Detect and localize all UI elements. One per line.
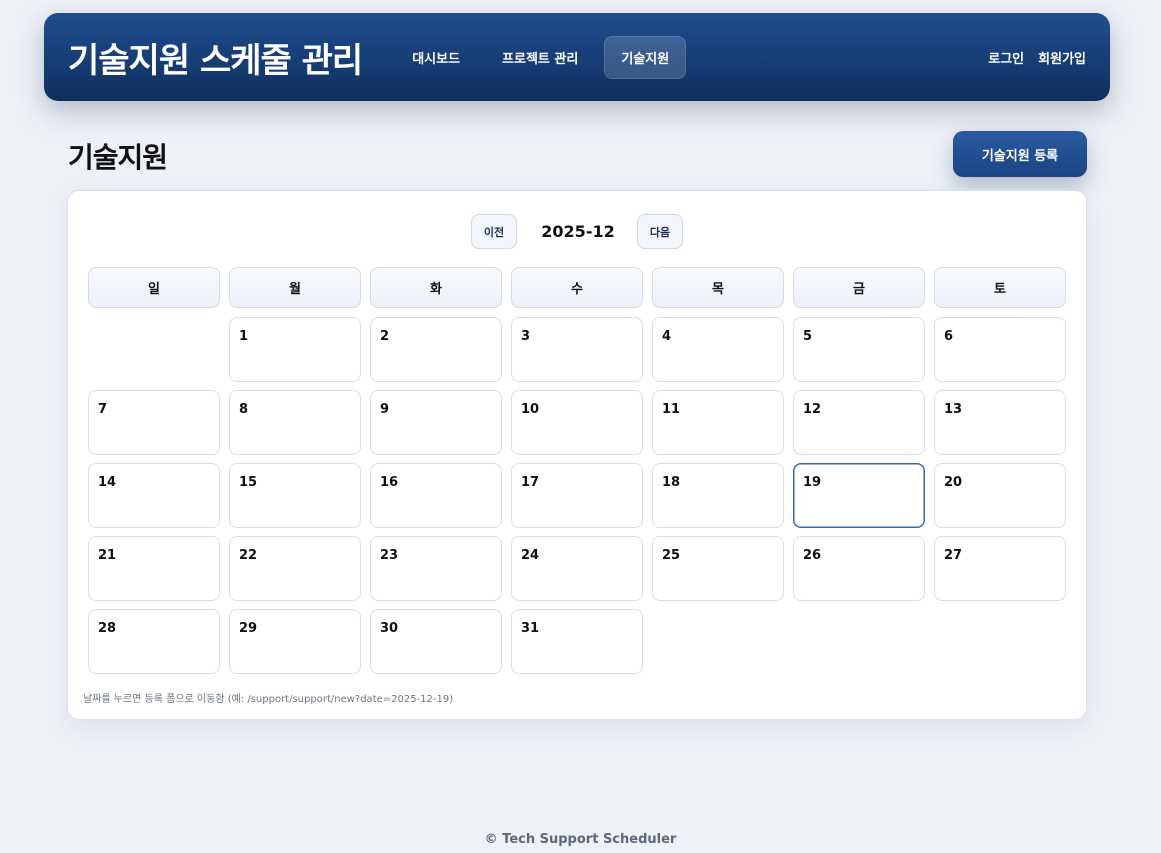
day-number: 25 [662, 548, 681, 563]
day-number: 10 [521, 402, 540, 417]
day-number: 18 [662, 475, 681, 490]
day-number: 6 [944, 329, 954, 344]
day-cell[interactable]: 30 [370, 609, 502, 674]
day-cell[interactable]: 13 [934, 390, 1066, 455]
day-number: 8 [239, 402, 249, 417]
nav-links: 대시보드 프로젝트 관리 기술지원 [396, 35, 687, 79]
day-number: 24 [521, 548, 540, 563]
day-number: 3 [521, 329, 531, 344]
day-cell[interactable]: 18 [652, 463, 784, 528]
day-cell[interactable]: 12 [793, 390, 925, 455]
day-cell[interactable]: 9 [370, 390, 502, 455]
day-cell[interactable]: 21 [88, 536, 220, 601]
register-support-button[interactable]: 기술지원 등록 [953, 131, 1087, 177]
next-month-button[interactable]: 다음 [637, 214, 683, 249]
nav-project-management[interactable]: 프로젝트 관리 [486, 37, 594, 78]
day-number: 15 [239, 475, 258, 490]
weekday-header: 금 [793, 267, 925, 308]
login-link[interactable]: 로그인 [988, 48, 1024, 67]
day-cell[interactable]: 26 [793, 536, 925, 601]
day-cell[interactable]: 29 [229, 609, 361, 674]
day-cell[interactable]: 5 [793, 317, 925, 382]
day-number: 4 [662, 329, 672, 344]
auth-links: 로그인 회원가입 [988, 48, 1086, 67]
day-cell[interactable]: 20 [934, 463, 1066, 528]
day-cell[interactable]: 11 [652, 390, 784, 455]
weekday-header: 일 [88, 267, 220, 308]
current-month-label: 2025-12 [541, 222, 615, 241]
day-number: 23 [380, 548, 399, 563]
day-cell[interactable]: 6 [934, 317, 1066, 382]
day-cell[interactable]: 31 [511, 609, 643, 674]
day-number: 21 [98, 548, 117, 563]
day-number: 1 [239, 329, 249, 344]
day-cell[interactable]: 10 [511, 390, 643, 455]
day-number: 11 [662, 402, 681, 417]
day-number: 20 [944, 475, 963, 490]
empty-day-cell [88, 317, 220, 382]
day-number: 28 [98, 621, 117, 636]
day-cell[interactable]: 3 [511, 317, 643, 382]
day-number: 31 [521, 621, 540, 636]
calendar-hint: 날짜를 누르면 등록 폼으로 이동함 (예: /support/support/… [83, 694, 454, 705]
day-number: 13 [944, 402, 963, 417]
day-number: 7 [98, 402, 108, 417]
weekday-header: 토 [934, 267, 1066, 308]
day-cell[interactable]: 28 [88, 609, 220, 674]
nav-tech-support[interactable]: 기술지원 [604, 35, 687, 79]
prev-month-button[interactable]: 이전 [471, 214, 517, 249]
day-cell[interactable]: 17 [511, 463, 643, 528]
day-number: 19 [803, 475, 822, 490]
signup-link[interactable]: 회원가입 [1038, 48, 1086, 67]
day-cell[interactable]: 22 [229, 536, 361, 601]
weekday-header: 목 [652, 267, 784, 308]
day-number: 29 [239, 621, 258, 636]
day-cell[interactable]: 4 [652, 317, 784, 382]
calendar-card: 이전 2025-12 다음 일 월 화 수 목 금 토 1 2 3 4 5 6 7 8 9 10 11 12 13 14… [67, 190, 1087, 720]
day-cell[interactable]: 14 [88, 463, 220, 528]
calendar-grid: 일 월 화 수 목 금 토 1 2 3 4 5 6 7 8 9 10 11 12 13 14 15 16 17 18 19 20 21… [88, 267, 1066, 682]
day-number: 22 [239, 548, 258, 563]
day-number: 9 [380, 402, 390, 417]
day-number: 16 [380, 475, 399, 490]
day-cell[interactable]: 15 [229, 463, 361, 528]
nav-dashboard[interactable]: 대시보드 [396, 37, 476, 78]
day-number: 2 [380, 329, 390, 344]
day-cell[interactable]: 27 [934, 536, 1066, 601]
footer-copyright: © Tech Support Scheduler [484, 832, 677, 847]
day-number: 14 [98, 475, 117, 490]
day-number: 5 [803, 329, 813, 344]
day-number: 17 [521, 475, 540, 490]
day-cell[interactable]: 2 [370, 317, 502, 382]
day-cell[interactable]: 7 [88, 390, 220, 455]
day-cell[interactable]: 23 [370, 536, 502, 601]
top-navbar: 기술지원 스케줄 관리 대시보드 프로젝트 관리 기술지원 로그인 회원가입 [44, 13, 1110, 101]
brand-title[interactable]: 기술지원 스케줄 관리 [68, 33, 363, 82]
page-title: 기술지원 [68, 141, 168, 174]
weekday-header: 화 [370, 267, 502, 308]
day-cell[interactable]: 25 [652, 536, 784, 601]
day-number: 12 [803, 402, 822, 417]
weekday-header: 수 [511, 267, 643, 308]
month-navigation: 이전 2025-12 다음 [68, 214, 1086, 250]
weekday-header: 월 [229, 267, 361, 308]
day-cell[interactable]: 1 [229, 317, 361, 382]
day-cell[interactable]: 24 [511, 536, 643, 601]
day-number: 26 [803, 548, 822, 563]
day-number: 27 [944, 548, 963, 563]
day-cell[interactable]: 16 [370, 463, 502, 528]
day-cell[interactable]: 8 [229, 390, 361, 455]
day-number: 30 [380, 621, 399, 636]
day-cell-today[interactable]: 19 [793, 463, 925, 528]
